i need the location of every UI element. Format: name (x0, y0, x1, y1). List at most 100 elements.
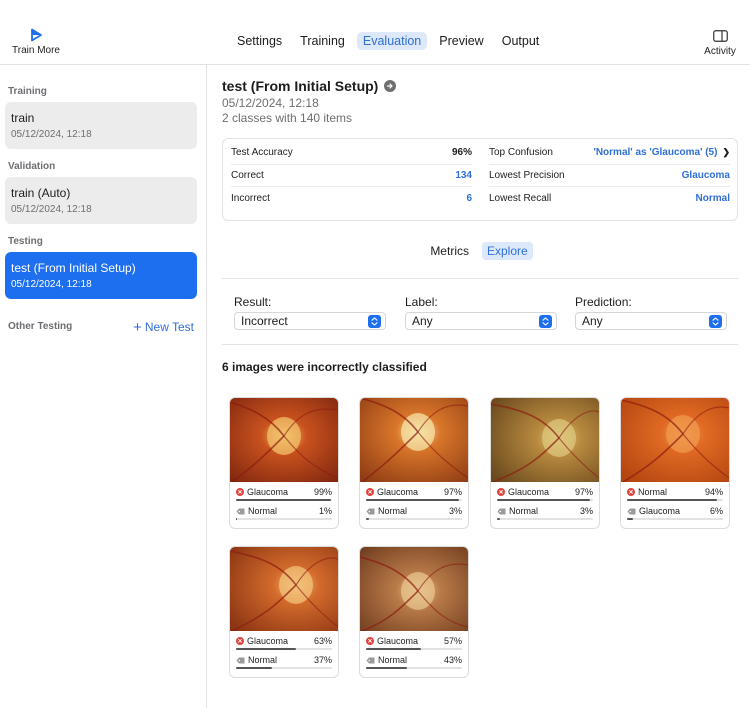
confidence-bar (236, 648, 332, 650)
prediction-row: ✕ Glaucoma 63% (236, 635, 332, 650)
select-value: Any (582, 314, 603, 328)
confidence-bar-fill (627, 518, 633, 520)
x-circle-icon: ✕ (627, 488, 635, 496)
confidence-bar (366, 648, 462, 650)
predicted-confidence: 94% (704, 487, 723, 497)
tag-icon (236, 657, 245, 663)
predicted-confidence: 97% (443, 487, 462, 497)
tab-preview[interactable]: Preview (433, 32, 489, 50)
tab-output[interactable]: Output (496, 32, 546, 50)
confidence-bar-fill (627, 499, 718, 501)
image-tile[interactable]: ✕ Glaucoma 99% Normal 1% (229, 397, 339, 529)
true-label-class: Normal (248, 655, 278, 665)
stat-value-link[interactable]: 134 (455, 170, 472, 181)
confidence-bar-fill (236, 648, 297, 650)
up-down-chevron-icon (539, 314, 552, 328)
fundus-image (230, 398, 338, 483)
top-confusion-dropdown[interactable]: 'Normal' as 'Glaucoma' (5) ❯ (593, 147, 730, 158)
predicted-class: Normal (638, 487, 668, 497)
confidence-bar-fill (236, 518, 237, 520)
stat-value: 96% (451, 147, 472, 159)
image-tile[interactable]: ✕ Normal 94% Glaucoma 6% (620, 397, 730, 529)
stat-value-link[interactable]: Glaucoma (682, 170, 730, 181)
arrow-right-circle-icon[interactable] (384, 80, 397, 92)
stat-value-link[interactable]: 6 (466, 193, 472, 204)
filter-label: Result: (234, 295, 272, 309)
testing-section-header: Testing (8, 236, 43, 247)
x-circle-icon: ✕ (497, 488, 505, 496)
other-testing-header: Other Testing (8, 321, 73, 332)
image-tile[interactable]: ✕ Glaucoma 97% Normal 3% (359, 397, 469, 529)
stat-row-accuracy: Test Accuracy 96% (231, 142, 472, 165)
label-row: Normal 3% (497, 505, 593, 520)
label-row: Normal 3% (366, 505, 462, 520)
true-label-class: Normal (248, 506, 278, 516)
select-value: Any (412, 314, 433, 328)
result-select[interactable]: Incorrect (234, 312, 386, 330)
image-tile[interactable]: ✕ Glaucoma 57% Normal 43% (359, 546, 469, 678)
predicted-confidence: 63% (313, 636, 332, 646)
fundus-image (491, 398, 599, 483)
item-title: train (Auto) (11, 186, 71, 200)
stats-panel: Test Accuracy 96% Correct 134 Incorrect … (222, 138, 738, 221)
stats-left-column: Test Accuracy 96% Correct 134 Incorrect … (231, 142, 472, 210)
true-label-class: Glaucoma (639, 506, 681, 516)
confidence-bar (627, 499, 723, 501)
prediction-row: ✕ Normal 94% (627, 486, 723, 501)
tab-training[interactable]: Training (294, 32, 351, 50)
filter-result: Result: Incorrect (234, 295, 386, 330)
stat-label: Incorrect (231, 192, 270, 204)
tab-evaluation[interactable]: Evaluation (356, 32, 428, 50)
tag-icon (366, 508, 375, 514)
predicted-confidence: 99% (313, 487, 332, 497)
true-label-class: Normal (509, 506, 539, 516)
prediction-row: ✕ Glaucoma 97% (497, 486, 593, 501)
confidence-bar (366, 518, 462, 520)
predicted-confidence: 57% (443, 636, 462, 646)
segment-metrics[interactable]: Metrics (425, 242, 474, 260)
tag-icon (497, 508, 506, 514)
image-tile[interactable]: ✕ Glaucoma 63% Normal 37% (229, 546, 339, 678)
label-select[interactable]: Any (405, 312, 557, 330)
stat-value-link[interactable]: Normal (696, 193, 730, 204)
confidence-bar (627, 518, 723, 520)
true-label-confidence: 37% (313, 655, 332, 665)
chevron-down-icon: ❯ (722, 147, 730, 158)
fundus-image (360, 547, 468, 632)
prediction-select[interactable]: Any (575, 312, 727, 330)
stat-row-incorrect: Incorrect 6 (231, 187, 472, 210)
train-more-button[interactable]: Train More (8, 28, 64, 56)
plus-icon: + (133, 319, 142, 336)
page-title: test (From Initial Setup) (222, 78, 379, 94)
train-more-label: Train More (12, 45, 60, 56)
training-section-header: Training (8, 86, 47, 97)
activity-button[interactable]: Activity (700, 30, 740, 57)
true-label-confidence: 3% (448, 506, 462, 516)
sidebar-item-train[interactable]: train 05/12/2024, 12:18 (5, 102, 197, 149)
filter-label: Prediction: (575, 295, 632, 309)
sidebar-item-test[interactable]: test (From Initial Setup) 05/12/2024, 12… (5, 252, 197, 299)
new-test-button[interactable]: + New Test (133, 319, 194, 336)
tab-settings[interactable]: Settings (231, 32, 288, 50)
segment-explore[interactable]: Explore (481, 242, 533, 260)
item-date: 05/12/2024, 12:18 (11, 129, 92, 140)
predicted-class: Glaucoma (508, 487, 550, 497)
stat-row-lowest-recall: Lowest Recall Normal (489, 187, 730, 210)
stat-value-link: 'Normal' as 'Glaucoma' (5) (593, 147, 718, 159)
new-test-label: New Test (144, 320, 194, 334)
page-title-row: test (From Initial Setup) (222, 78, 397, 94)
predicted-confidence: 97% (574, 487, 593, 497)
label-row: Normal 37% (236, 654, 332, 669)
fundus-image (360, 398, 468, 483)
sidebar-item-train-auto[interactable]: train (Auto) 05/12/2024, 12:18 (5, 177, 197, 224)
confidence-bar-fill (366, 667, 408, 669)
confidence-bar-fill (236, 667, 272, 669)
stat-label: Lowest Precision (489, 169, 565, 181)
label-row: Normal 43% (366, 654, 462, 669)
confidence-bar-fill (497, 518, 500, 520)
image-tile[interactable]: ✕ Glaucoma 97% Normal 3% (490, 397, 600, 529)
confidence-bar-fill (236, 499, 332, 501)
divider (222, 278, 738, 279)
stat-label: Test Accuracy (231, 147, 293, 159)
main-content: test (From Initial Setup) 05/12/2024, 12… (208, 65, 750, 708)
